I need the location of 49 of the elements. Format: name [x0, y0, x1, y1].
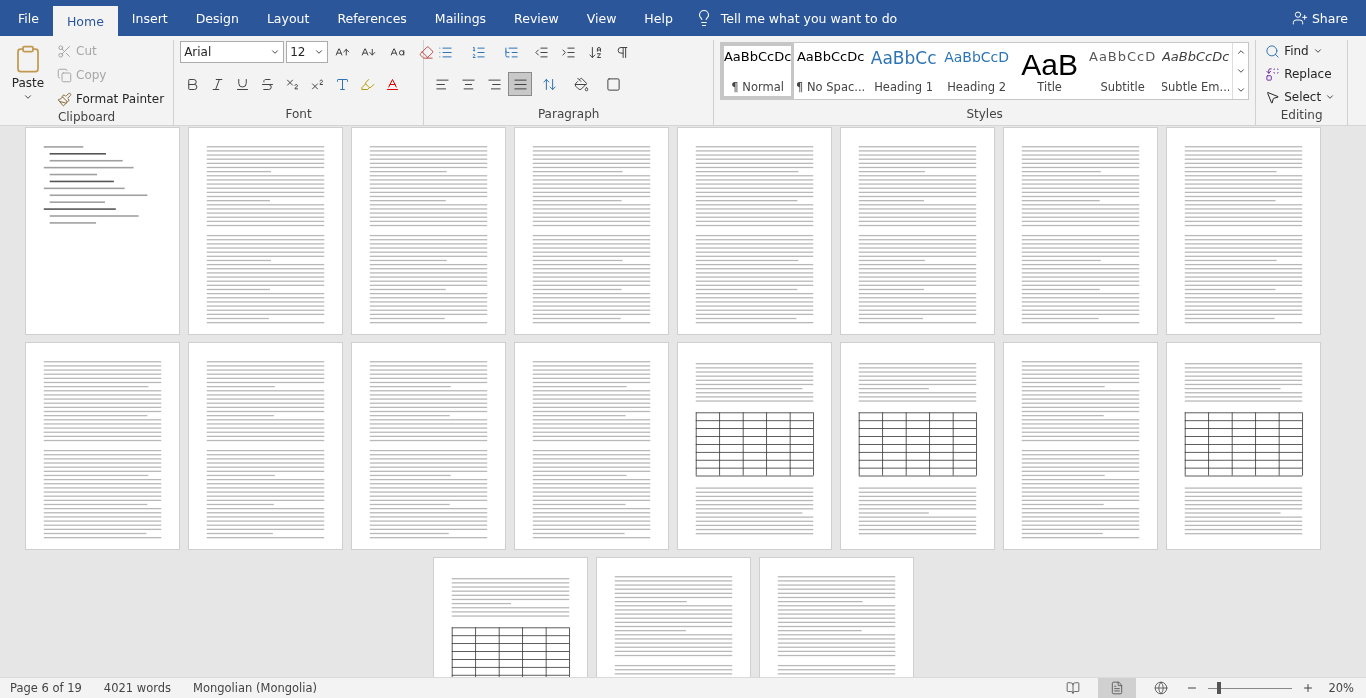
caret-icon: [23, 92, 33, 102]
caret-icon: [1325, 92, 1336, 102]
scroll-down-icon[interactable]: [1235, 66, 1246, 76]
font-name-field[interactable]: Arial: [180, 41, 285, 63]
scissors-icon: [57, 43, 72, 59]
page-count[interactable]: Page 6 of 19: [10, 681, 82, 695]
find-button[interactable]: Find: [1262, 40, 1339, 62]
ribbon-tab[interactable]: Insert: [117, 3, 182, 33]
ribbon-tab[interactable]: Design: [181, 3, 253, 33]
ribbon-tab[interactable]: Mailings: [420, 3, 501, 33]
share-button[interactable]: Share: [1285, 3, 1354, 33]
format-painter-button[interactable]: Format Painter: [54, 88, 168, 110]
align-icon[interactable]: [508, 72, 533, 96]
word-count[interactable]: 4021 words: [103, 681, 172, 695]
ribbon-tab[interactable]: Help: [630, 3, 687, 33]
style-option[interactable]: AaBbCcDc ¶ Normal: [721, 43, 795, 99]
zoom-level[interactable]: 20%: [1328, 681, 1354, 695]
caret-icon: [1312, 46, 1323, 56]
group-label: Editing: [1279, 108, 1324, 124]
ribbon-tab[interactable]: Layout: [252, 3, 324, 33]
page-icon: [1110, 681, 1125, 695]
zoom-slider-thumb[interactable]: [1216, 681, 1221, 694]
caret-icon: [270, 47, 281, 57]
group-label: Paragraph: [536, 107, 601, 123]
group-label: Styles: [965, 107, 1004, 123]
replace-button[interactable]: Replace: [1262, 63, 1339, 85]
ribbon-tab[interactable]: Review: [500, 3, 573, 33]
replace-icon: [1265, 66, 1281, 82]
caret-icon: [314, 47, 325, 57]
paste-button[interactable]: Paste: [6, 40, 50, 110]
group-label: Font: [284, 107, 313, 123]
language-label[interactable]: Mongolian (Mongolia): [193, 681, 317, 695]
view-mode-button[interactable]: [1098, 678, 1137, 698]
ribbon-tab[interactable]: View: [572, 3, 631, 33]
ribbon-tab[interactable]: File: [4, 3, 53, 33]
tell-me-search[interactable]: Tell me what you want to do: [720, 10, 898, 26]
pointer-icon: [1265, 89, 1281, 105]
paintbrush-icon: [57, 91, 72, 107]
ribbon-tab[interactable]: References: [323, 3, 421, 33]
font-size-field[interactable]: 12: [286, 41, 329, 63]
book-icon: [1066, 681, 1081, 695]
person-plus-icon: [1291, 10, 1308, 26]
zoom-in-icon[interactable]: [1302, 682, 1315, 694]
ribbon-tab[interactable]: Home: [52, 6, 118, 36]
select-button[interactable]: Select: [1262, 86, 1339, 108]
search-icon: [1265, 43, 1281, 59]
group-label: Clipboard: [56, 110, 117, 125]
copy-icon: [57, 67, 72, 83]
globe-icon: [1154, 681, 1169, 695]
